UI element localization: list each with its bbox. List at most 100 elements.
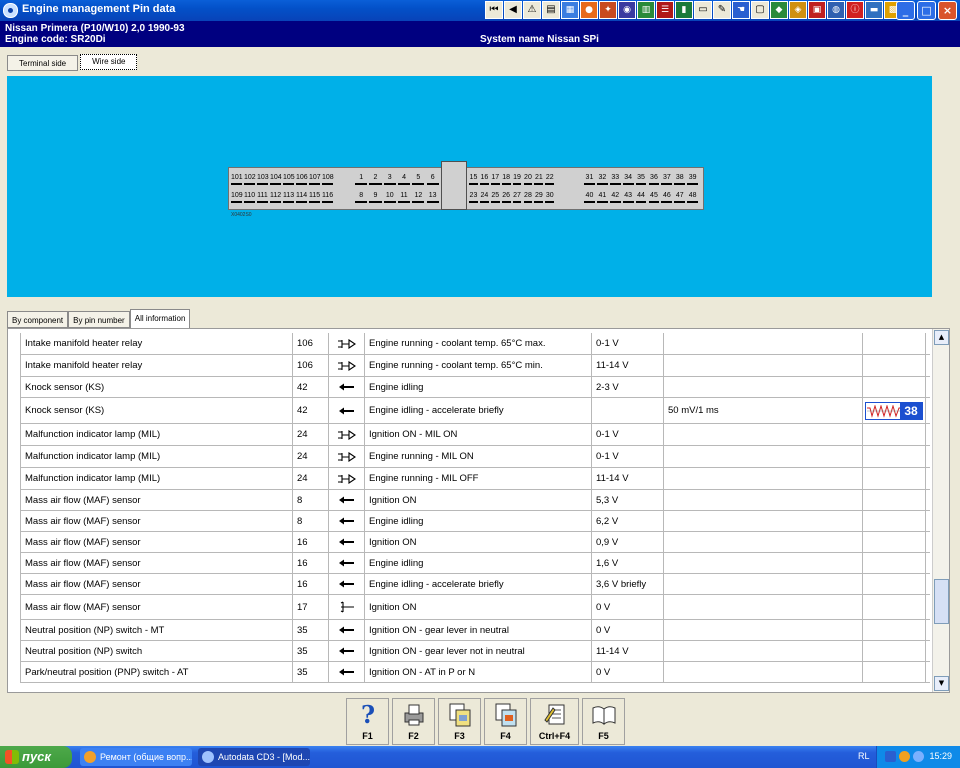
table-row[interactable]: Park/neutral position (PNP) switch - AT 3… bbox=[20, 662, 930, 683]
connector-pin[interactable]: 19 bbox=[512, 174, 522, 185]
connector-pin[interactable]: 5 bbox=[412, 174, 425, 185]
connector-pin[interactable]: 114 bbox=[296, 192, 307, 203]
connector-pin[interactable]: 42 bbox=[609, 192, 621, 203]
table-row[interactable]: Malfunction indicator lamp (MIL) 24 Igniti… bbox=[20, 424, 930, 446]
connector-pin[interactable]: 115 bbox=[309, 192, 320, 203]
connector-pin[interactable]: 102 bbox=[244, 174, 256, 185]
table-row[interactable]: Neutral position (NP) switch 35 Ignition O… bbox=[20, 641, 930, 662]
wrench-icon[interactable]: ✎ bbox=[713, 1, 731, 19]
connector-pin[interactable]: 1 bbox=[355, 174, 368, 185]
taskbar-item-browser[interactable]: Ремонт (общие вопр... bbox=[80, 748, 192, 766]
info-icon[interactable]: ⓘ bbox=[846, 1, 864, 19]
connector-pin[interactable]: 116 bbox=[322, 192, 333, 203]
close-button[interactable]: × bbox=[938, 1, 957, 20]
table-row[interactable]: Intake manifold heater relay 106 Engine ru… bbox=[20, 333, 930, 355]
tool-icon[interactable]: ✦ bbox=[599, 1, 617, 19]
hand-icon[interactable]: ☚ bbox=[732, 1, 750, 19]
connector-pin[interactable]: 30 bbox=[545, 192, 555, 203]
connector-pin[interactable]: 45 bbox=[648, 192, 660, 203]
connector-pin[interactable]: 32 bbox=[596, 174, 608, 185]
connector-pin[interactable]: 4 bbox=[397, 174, 411, 185]
connector-pin[interactable]: 2 bbox=[369, 174, 382, 185]
connector-pin[interactable]: 11 bbox=[397, 192, 411, 203]
connector-pin[interactable]: 101 bbox=[231, 174, 243, 185]
gauge-icon[interactable]: ◉ bbox=[618, 1, 636, 19]
connector-pin[interactable]: 17 bbox=[490, 174, 500, 185]
connector-pin[interactable]: 39 bbox=[687, 174, 699, 185]
manual-button[interactable]: F5 bbox=[582, 698, 625, 745]
table-row[interactable]: Mass air flow (MAF) sensor 8 Ignition ON 5,… bbox=[20, 490, 930, 511]
network-icon[interactable] bbox=[885, 751, 896, 762]
table-row[interactable]: Intake manifold heater relay 106 Engine ru… bbox=[20, 355, 930, 377]
language-indicator[interactable]: RL bbox=[858, 751, 870, 761]
key-icon[interactable]: ◍ bbox=[827, 1, 845, 19]
table-row[interactable]: Mass air flow (MAF) sensor 16 Ignition ON 0… bbox=[20, 532, 930, 553]
scroll-thumb[interactable] bbox=[934, 579, 949, 624]
connector-pin[interactable]: 26 bbox=[501, 192, 511, 203]
connector-pin[interactable]: 38 bbox=[674, 174, 686, 185]
connector-pin[interactable]: 108 bbox=[322, 174, 334, 185]
connector-pin[interactable]: 33 bbox=[609, 174, 621, 185]
connector-pin[interactable]: 43 bbox=[622, 192, 634, 203]
chart-icon[interactable]: ▥ bbox=[637, 1, 655, 19]
connector-pin[interactable]: 21 bbox=[534, 174, 544, 185]
connector-pin[interactable]: 35 bbox=[635, 174, 647, 185]
service-icon[interactable]: ◈ bbox=[789, 1, 807, 19]
car-icon[interactable]: ◆ bbox=[770, 1, 788, 19]
connector-pin[interactable]: 40 bbox=[584, 192, 595, 203]
tab-terminal-side[interactable]: Terminal side bbox=[7, 55, 79, 71]
table-row[interactable]: Mass air flow (MAF) sensor 16 Engine idlin… bbox=[20, 574, 930, 595]
connector-pin[interactable]: 41 bbox=[596, 192, 608, 203]
volume-icon[interactable] bbox=[913, 751, 924, 762]
connector-pin[interactable]: 3 bbox=[383, 174, 396, 185]
connector-pin[interactable]: 24 bbox=[479, 192, 489, 203]
connector-pin[interactable]: 12 bbox=[412, 192, 425, 203]
connector-pin[interactable]: 16 bbox=[479, 174, 489, 185]
table-row[interactable]: Malfunction indicator lamp (MIL) 24 Engine… bbox=[20, 446, 930, 468]
image-icon[interactable]: ▦ bbox=[561, 1, 579, 19]
list-icon[interactable]: ☰ bbox=[656, 1, 674, 19]
print-preview-button[interactable]: F3 bbox=[438, 698, 481, 745]
connector-pin[interactable]: 104 bbox=[270, 174, 282, 185]
tab-wire-side[interactable]: Wire side bbox=[80, 54, 138, 70]
book-icon[interactable]: ▣ bbox=[808, 1, 826, 19]
connector-pin[interactable]: 112 bbox=[270, 192, 281, 203]
maximize-button[interactable]: □ bbox=[917, 1, 936, 20]
page-icon[interactable]: ▭ bbox=[694, 1, 712, 19]
connector-pin[interactable]: 9 bbox=[369, 192, 382, 203]
connector-pin[interactable]: 103 bbox=[257, 174, 269, 185]
start-button[interactable]: пуск bbox=[0, 746, 72, 768]
connector-pin[interactable]: 110 bbox=[244, 192, 255, 203]
note-icon[interactable]: ▢ bbox=[751, 1, 769, 19]
connector-pin[interactable]: 31 bbox=[584, 174, 595, 185]
connector-pin[interactable]: 34 bbox=[622, 174, 634, 185]
engine-icon[interactable]: ● bbox=[580, 1, 598, 19]
connector-pin[interactable]: 48 bbox=[687, 192, 699, 203]
waveform-button[interactable]: 38 bbox=[865, 401, 923, 420]
table-row[interactable]: Malfunction indicator lamp (MIL) 24 Engine… bbox=[20, 468, 930, 490]
connector-pin[interactable]: 15 bbox=[469, 174, 478, 185]
title-bar[interactable]: Engine management Pin data ⏮ ◀ ⚠ ▤ ▦ ● ✦ ◉ ▥ ☰ ▮ ▭ ✎… bbox=[0, 0, 960, 21]
connector-pin[interactable]: 28 bbox=[523, 192, 533, 203]
connector-pin[interactable]: 29 bbox=[534, 192, 544, 203]
first-record-icon[interactable]: ⏮ bbox=[485, 1, 503, 19]
help-button[interactable]: ? F1 bbox=[346, 698, 389, 745]
connector-pin[interactable]: 37 bbox=[661, 174, 673, 185]
table-row[interactable]: Mass air flow (MAF) sensor 8 Engine idling… bbox=[20, 511, 930, 532]
print-page-button[interactable]: F4 bbox=[484, 698, 527, 745]
tab-all-information[interactable]: All information bbox=[129, 309, 191, 328]
connector-pin[interactable]: 107 bbox=[309, 174, 321, 185]
connector-pin[interactable]: 18 bbox=[501, 174, 511, 185]
connector-pin[interactable]: 109 bbox=[231, 192, 243, 203]
table-row[interactable]: Mass air flow (MAF) sensor 16 Engine idlin… bbox=[20, 553, 930, 574]
connector-pin[interactable]: 6 bbox=[426, 174, 439, 185]
scroll-down-button[interactable]: ▼ bbox=[934, 676, 949, 691]
connector-pin[interactable]: 20 bbox=[523, 174, 533, 185]
connector-pin[interactable]: 47 bbox=[674, 192, 686, 203]
table-row[interactable]: Mass air flow (MAF) sensor 17 Ignition ON 0… bbox=[20, 595, 930, 620]
warning-icon[interactable]: ⚠ bbox=[523, 1, 541, 19]
minimize-button[interactable]: _ bbox=[896, 1, 915, 20]
connector-pin[interactable]: 22 bbox=[545, 174, 555, 185]
tab-by-pin-number[interactable]: By pin number bbox=[68, 311, 130, 328]
shield-icon[interactable] bbox=[899, 751, 910, 762]
